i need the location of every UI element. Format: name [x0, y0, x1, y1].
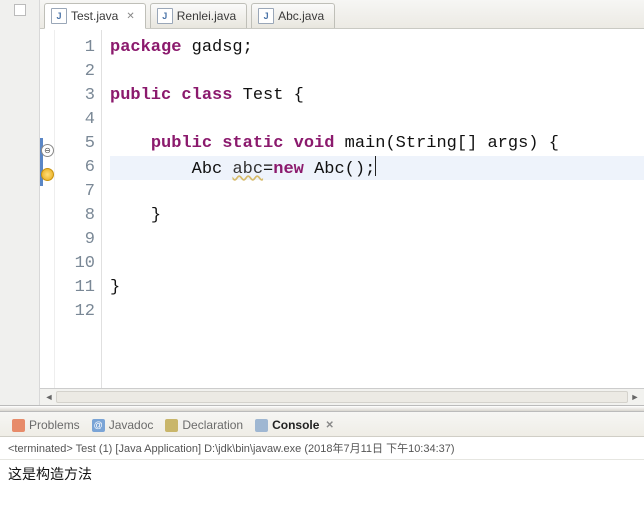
console-icon	[255, 419, 268, 432]
line-number-gutter: 123456789101112	[55, 30, 102, 388]
tab-label: Renlei.java	[177, 9, 236, 23]
view-tab-label: Console	[272, 418, 319, 432]
code-line[interactable]: public class Test {	[110, 84, 644, 108]
editor-tab-abcjava[interactable]: J Abc.java	[251, 3, 335, 28]
editor-tabbar: J Test.java ✕ J Renlei.java J Abc.java	[40, 0, 644, 29]
token-kw: public class	[110, 86, 243, 105]
line-number: 3	[59, 84, 95, 108]
editor-pane: JTest.java✕JRenlei.javaJAbc.java ⊖ 12345…	[40, 0, 644, 405]
view-tab-console[interactable]: Console ✕	[251, 416, 338, 434]
code-line[interactable]	[110, 228, 644, 252]
java-file-icon: J	[157, 8, 173, 24]
code-line[interactable]: }	[110, 276, 644, 300]
scroll-right-icon[interactable]: ►	[628, 391, 642, 403]
code-line[interactable]	[110, 108, 644, 132]
code-line[interactable]: package gadsg;	[110, 36, 644, 60]
token-kw: package	[110, 38, 192, 57]
view-tab-problems[interactable]: Problems	[8, 416, 84, 434]
token-plain: gadsg;	[192, 38, 253, 57]
view-tabbar: Problems @ Javadoc Declaration Console ✕	[0, 412, 644, 437]
line-number: 12	[59, 300, 95, 324]
bottom-panel: Problems @ Javadoc Declaration Console ✕ <ter…	[0, 412, 644, 526]
token-plain: Abc	[192, 160, 233, 179]
tab-label: Test.java	[71, 9, 118, 23]
line-number: 11	[59, 276, 95, 300]
editor-tab-testjava[interactable]: J Test.java ✕	[44, 3, 146, 29]
line-number: 10	[59, 252, 95, 276]
java-file-icon: J	[258, 8, 274, 24]
token-plain: }	[110, 278, 120, 297]
token-plain: main(String[] args) {	[345, 134, 559, 153]
java-file-icon: J	[51, 8, 67, 24]
line-number: 9	[59, 228, 95, 252]
view-tab-label: Problems	[29, 418, 80, 432]
tab-label: Abc.java	[278, 9, 324, 23]
line-number: 8	[59, 204, 95, 228]
code-line[interactable]	[110, 180, 644, 204]
token-plain: Test {	[243, 86, 304, 105]
console-output: 这是构造方法	[0, 460, 644, 526]
text-caret	[375, 156, 376, 176]
left-strip	[0, 0, 40, 405]
ide-window: JTest.java✕JRenlei.javaJAbc.java ⊖ 12345…	[0, 0, 644, 526]
token-err: abc	[232, 160, 263, 179]
scroll-track[interactable]	[56, 391, 628, 403]
view-tab-label: Declaration	[182, 418, 243, 432]
scroll-left-icon[interactable]: ◄	[42, 391, 56, 403]
close-icon[interactable]: ✕	[325, 420, 333, 431]
code-line[interactable]: public static void main(String[] args) {	[110, 132, 644, 156]
code-line[interactable]	[110, 300, 644, 324]
code-line[interactable]: }	[110, 204, 644, 228]
code-line[interactable]	[110, 60, 644, 84]
split-sash[interactable]	[0, 405, 644, 412]
line-number: 4	[59, 108, 95, 132]
close-icon[interactable]: ✕	[126, 11, 134, 22]
editor-tab-renleijava[interactable]: J Renlei.java	[150, 3, 247, 28]
view-tab-javadoc[interactable]: @ Javadoc	[88, 416, 158, 434]
fold-icon[interactable]: ⊖	[41, 144, 54, 157]
code-editor[interactable]: package gadsg; public class Test { public…	[102, 30, 644, 388]
line-number: 6	[59, 156, 95, 180]
warning-icon[interactable]	[41, 168, 54, 181]
token-plain: Abc();	[314, 160, 375, 179]
declaration-icon	[165, 419, 178, 432]
line-number: 2	[59, 60, 95, 84]
code-area: ⊖ 123456789101112 package gadsg;public c…	[40, 29, 644, 388]
annotation-gutter: ⊖	[40, 30, 55, 388]
horizontal-scrollbar[interactable]: ◄ ►	[40, 388, 644, 405]
code-line[interactable]: Abc abc=new Abc();	[110, 156, 644, 180]
console-status: <terminated> Test (1) [Java Application]…	[0, 437, 644, 460]
javadoc-icon: @	[92, 419, 105, 432]
line-number: 7	[59, 180, 95, 204]
code-line[interactable]	[110, 252, 644, 276]
token-plain: }	[151, 206, 161, 225]
line-number: 5	[59, 132, 95, 156]
problems-icon	[12, 419, 25, 432]
token-plain: =	[263, 160, 273, 179]
line-number: 1	[59, 36, 95, 60]
top-area: JTest.java✕JRenlei.javaJAbc.java ⊖ 12345…	[0, 0, 644, 405]
token-kw: public static void	[151, 134, 345, 153]
view-tab-declaration[interactable]: Declaration	[161, 416, 247, 434]
view-tab-label: Javadoc	[109, 418, 154, 432]
token-kw: new	[273, 160, 314, 179]
restore-icon[interactable]	[14, 4, 26, 16]
